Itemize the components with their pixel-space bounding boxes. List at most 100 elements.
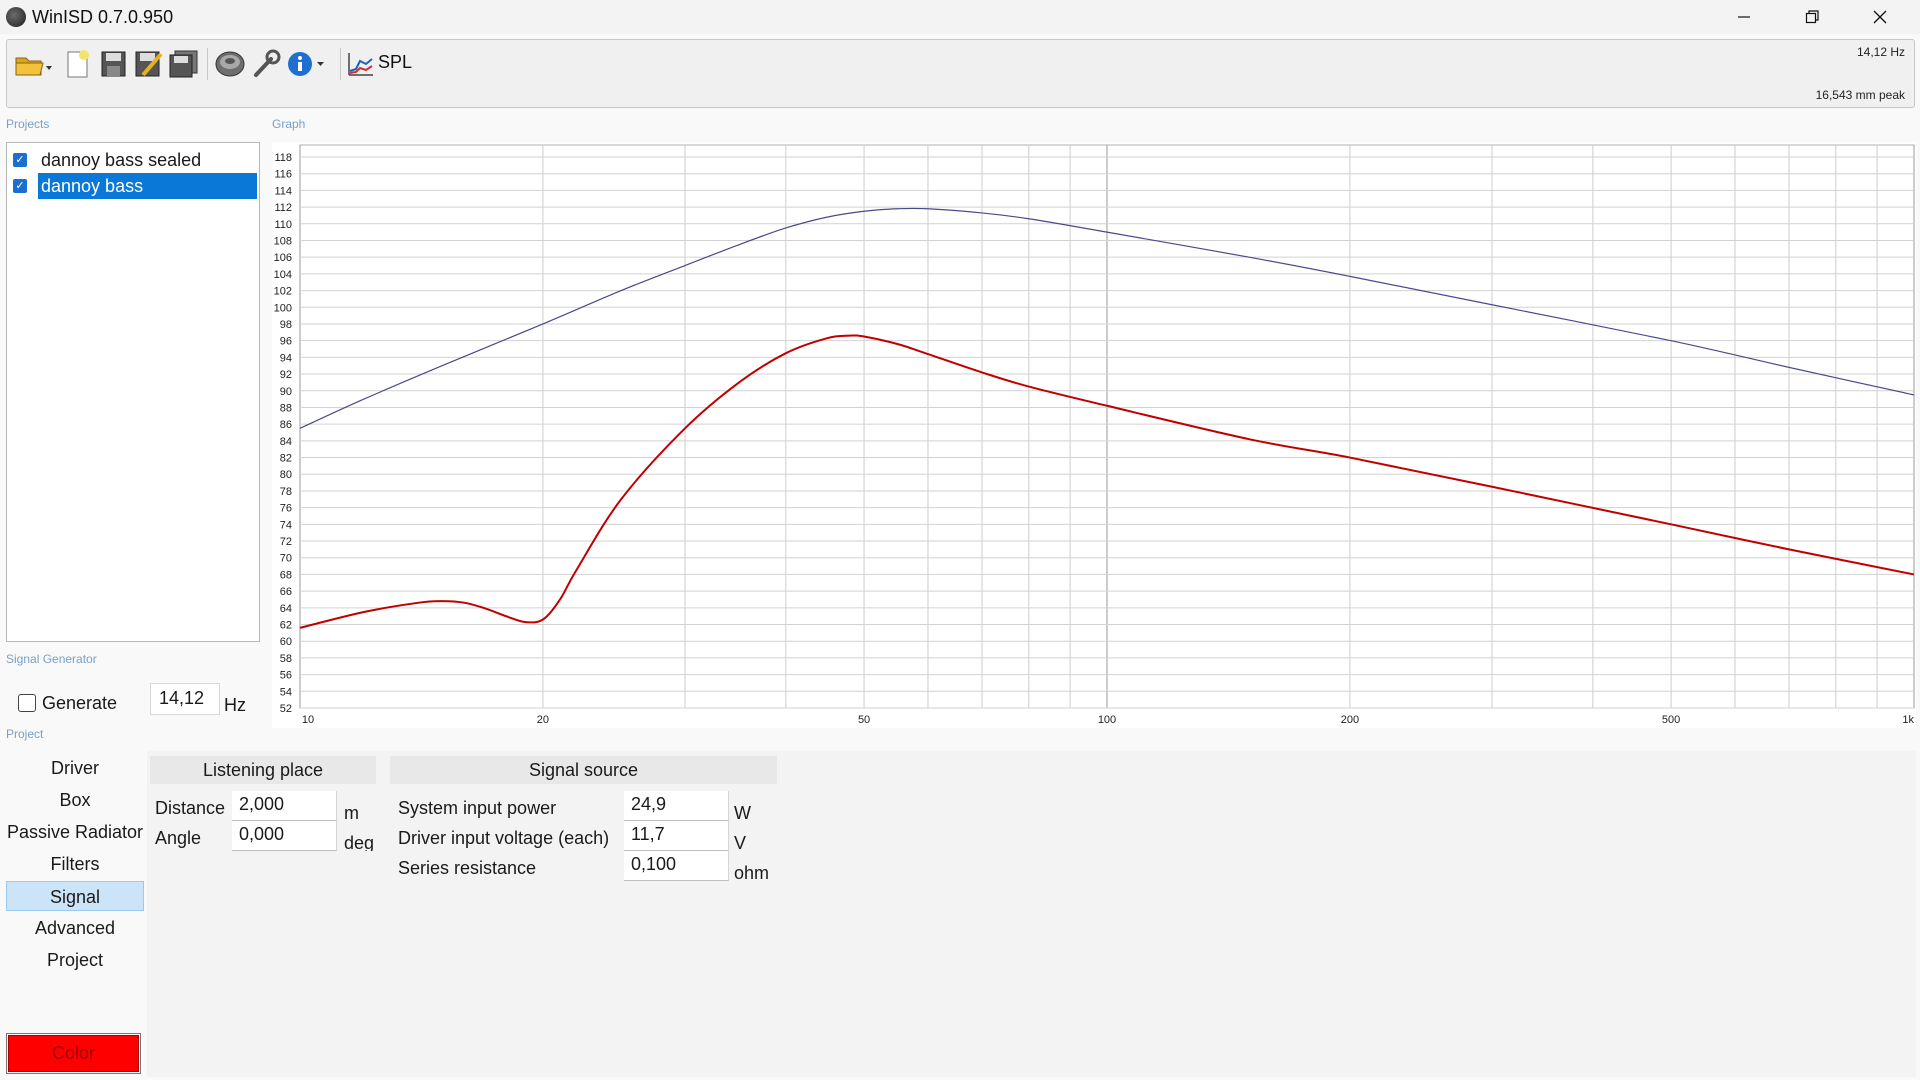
generate-checkbox[interactable]: [18, 694, 36, 712]
graph-section-label: Graph: [272, 117, 306, 131]
window-title: WinISD 0.7.0.950: [32, 7, 174, 27]
generator-frequency-input[interactable]: 14,12: [150, 683, 220, 715]
series-resistance-unit: ohm: [734, 863, 770, 883]
project-list: ✓ dannoy bass sealed ✓ dannoy bass: [6, 142, 260, 642]
wrench-icon: [254, 49, 281, 77]
spl-chart-icon: [348, 53, 373, 76]
y-tick-label: 86: [280, 419, 292, 431]
app-icon: [6, 7, 26, 27]
y-tick-label: 68: [280, 569, 292, 581]
y-tick-label: 118: [274, 152, 292, 164]
about-button[interactable]: [286, 47, 328, 81]
y-tick-label: 94: [280, 352, 292, 364]
y-tick-label: 76: [280, 503, 292, 515]
close-button[interactable]: [1846, 0, 1914, 34]
save-button[interactable]: [97, 47, 129, 81]
new-file-icon: [67, 50, 89, 78]
spl-chart: 118 116 114 112 110 108 106 104 102 100 98 96 94 92 90…: [274, 144, 1915, 726]
tools-button[interactable]: [250, 47, 282, 81]
y-tick-label: 114: [274, 185, 292, 197]
driver-input-voltage-unit: V: [734, 833, 747, 853]
minimize-icon: [1738, 16, 1750, 18]
generate-label: Generate: [42, 693, 118, 713]
nav-passive-radiator[interactable]: Passive Radiator: [6, 817, 144, 847]
driver-input-voltage-label: Driver input voltage (each): [398, 828, 610, 848]
signal-generator-section-label: Signal Generator: [6, 652, 97, 666]
x-tick-label: 10: [302, 714, 314, 726]
y-tick-label: 110: [274, 219, 292, 231]
project-section-label: Project: [6, 727, 44, 741]
new-project-button[interactable]: [61, 47, 93, 81]
y-tick-label: 64: [280, 603, 292, 615]
projects-section-label: Projects: [6, 117, 50, 131]
y-tick-label: 106: [274, 252, 292, 264]
project-name: dannoy bass sealed: [41, 150, 202, 170]
minimize-button[interactable]: [1710, 0, 1778, 34]
info-icon: [288, 52, 324, 76]
project-visible-checkbox[interactable]: ✓: [13, 153, 27, 167]
nav-advanced[interactable]: Advanced: [6, 913, 144, 943]
angle-label: Angle: [155, 828, 202, 848]
project-item[interactable]: ✓ dannoy bass sealed: [13, 147, 257, 173]
y-tick-label: 62: [280, 620, 292, 632]
nav-project[interactable]: Project: [6, 945, 144, 975]
save-all-button[interactable]: [168, 47, 200, 81]
y-tick-label: 56: [280, 670, 292, 682]
x-tick-label: 1k: [1902, 714, 1914, 726]
listening-place-header: Listening place: [150, 756, 376, 784]
system-input-power-label: System input power: [398, 798, 557, 818]
save-as-button[interactable]: [132, 47, 164, 81]
toolbar-separator: [340, 48, 341, 80]
y-tick-label: 72: [280, 536, 292, 548]
excursion-readout: 16,543 mm peak: [1815, 88, 1905, 102]
open-project-button[interactable]: [13, 47, 53, 81]
save-icon: [101, 51, 126, 77]
y-tick-label: 82: [280, 453, 292, 465]
system-input-power-input[interactable]: 24,9: [624, 791, 729, 821]
close-icon: [1873, 10, 1887, 24]
project-item[interactable]: ✓ dannoy bass: [13, 173, 257, 199]
angle-input[interactable]: 0,000: [232, 821, 337, 851]
y-tick-label: 96: [280, 336, 292, 348]
toolbar-separator: [207, 48, 208, 80]
save-as-icon: [135, 51, 163, 77]
x-tick-label: 100: [1098, 714, 1116, 726]
spl-graph-label: SPL: [378, 52, 413, 72]
nav-driver[interactable]: Driver: [6, 753, 144, 783]
series-resistance-label: Series resistance: [398, 858, 537, 878]
nav-filters[interactable]: Filters: [6, 849, 144, 879]
spl-graph-button[interactable]: [344, 47, 376, 81]
y-tick-label: 102: [274, 286, 292, 298]
open-folder-icon: [15, 57, 52, 76]
project-visible-checkbox[interactable]: ✓: [13, 179, 27, 193]
y-tick-label: 58: [280, 653, 292, 665]
y-tick-label: 60: [280, 636, 292, 648]
y-tick-label: 116: [274, 169, 292, 181]
nav-signal[interactable]: Signal: [6, 881, 144, 911]
system-input-power-unit: W: [734, 803, 751, 823]
x-tick-label: 20: [537, 714, 549, 726]
color-button[interactable]: Color: [6, 1033, 141, 1074]
y-tick-label: 70: [280, 553, 292, 565]
y-tick-label: 104: [274, 269, 292, 281]
save-all-icon: [169, 50, 198, 78]
y-tick-label: 92: [280, 369, 292, 381]
y-tick-label: 66: [280, 586, 292, 598]
x-tick-label: 200: [1341, 714, 1359, 726]
y-tick-label: 52: [280, 703, 292, 715]
spl-graph[interactable]: 118 116 114 112 110 108 106 104 102 100 98 96 94 92 90…: [272, 142, 1916, 728]
y-tick-label: 98: [280, 319, 292, 331]
angle-unit: deg: [344, 833, 375, 851]
signal-source-header: Signal source: [390, 756, 777, 784]
toolbar: SPL 14,12 Hz 16,543 mm peak: [6, 39, 1915, 108]
y-tick-label: 108: [274, 235, 292, 247]
driver-editor-button[interactable]: [214, 47, 246, 81]
series-resistance-input[interactable]: 0,100: [624, 851, 729, 881]
signal-panel: Listening place Distance 2,000 m Angle 0…: [147, 751, 1916, 1077]
distance-input[interactable]: 2,000: [232, 791, 337, 821]
speaker-driver-icon: [215, 51, 245, 77]
driver-input-voltage-input[interactable]: 11,7: [624, 821, 729, 851]
restore-button[interactable]: [1778, 0, 1846, 34]
nav-box[interactable]: Box: [6, 785, 144, 815]
restore-icon: [1805, 10, 1819, 24]
